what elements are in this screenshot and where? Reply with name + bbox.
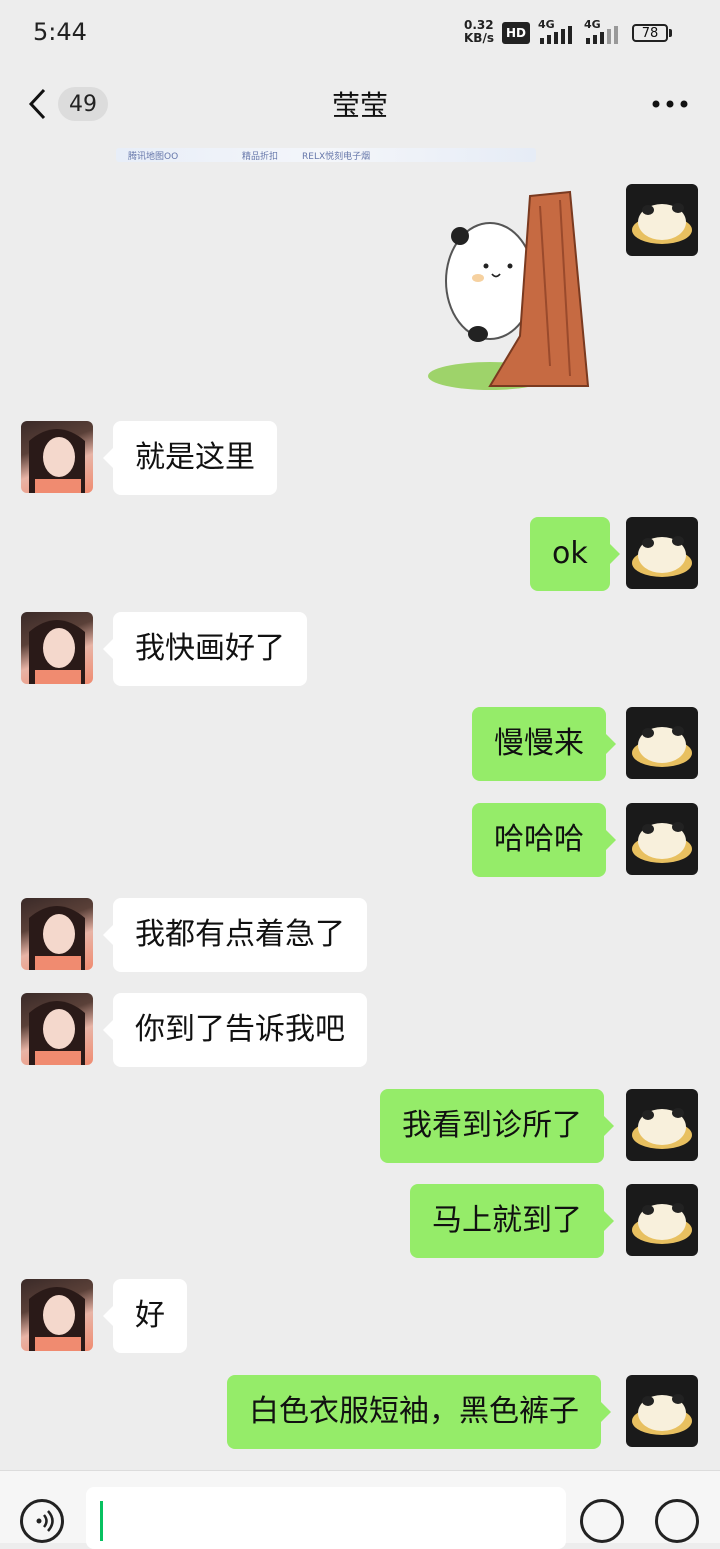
network-speed: 0.32 KB/s xyxy=(464,19,494,45)
avatar-contact[interactable] xyxy=(21,993,93,1065)
map-strip-item: RELX悦刻电子烟 xyxy=(302,152,371,162)
bread-panda-avatar-icon xyxy=(632,536,692,577)
text-cursor xyxy=(100,1501,103,1541)
girl-portrait-avatar-icon xyxy=(29,906,85,970)
girl-portrait-avatar-icon xyxy=(29,429,85,493)
girl-portrait-avatar-icon xyxy=(29,620,85,684)
bread-panda-avatar-icon xyxy=(632,1108,692,1149)
chat-header: 49 莹莹 xyxy=(0,66,720,142)
avatar-me[interactable] xyxy=(626,517,698,589)
plus-icon[interactable] xyxy=(655,1499,699,1543)
message-bubble-outgoing[interactable]: 哈哈哈 xyxy=(472,803,616,877)
bread-panda-avatar-icon xyxy=(632,726,692,767)
message-input[interactable] xyxy=(86,1487,566,1549)
message-bubble-outgoing[interactable]: 慢慢来 xyxy=(472,707,616,781)
message-bubble-outgoing[interactable]: 我看到诊所了 xyxy=(380,1089,614,1163)
avatar-contact[interactable] xyxy=(21,421,93,493)
bread-panda-avatar-icon xyxy=(632,1203,692,1244)
signal-bars-icon xyxy=(586,26,618,44)
panda-peeking-behind-tree-sticker[interactable] xyxy=(420,186,600,394)
bread-panda-avatar-icon xyxy=(632,1394,692,1435)
message-bubble-outgoing[interactable]: 白色衣服短袖，黑色裤子 xyxy=(227,1375,611,1449)
map-strip-item: 精品折扣 xyxy=(242,152,279,162)
avatar-contact[interactable] xyxy=(21,898,93,970)
avatar-me[interactable] xyxy=(626,184,698,256)
message-bubble-incoming[interactable]: 我快画好了 xyxy=(103,612,307,686)
bread-panda-avatar-icon xyxy=(632,203,692,244)
avatar-contact[interactable] xyxy=(21,612,93,684)
more-dots-icon[interactable] xyxy=(650,94,690,114)
avatar-me[interactable] xyxy=(626,1184,698,1256)
girl-portrait-avatar-icon xyxy=(29,1001,85,1065)
avatar-contact[interactable] xyxy=(21,1279,93,1351)
shared-map-strip[interactable]: 腾讯地图OO 精品折扣 RELX悦刻电子烟 xyxy=(116,148,536,162)
bread-panda-avatar-icon xyxy=(632,822,692,863)
avatar-me[interactable] xyxy=(626,707,698,779)
status-time: 5:44 xyxy=(33,18,87,46)
battery-indicator: 78 xyxy=(632,24,668,42)
voice-icon[interactable] xyxy=(20,1499,64,1543)
signal-bars-icon xyxy=(540,26,572,44)
map-strip-item: 腾讯地图OO xyxy=(128,152,179,162)
voice-wave-icon xyxy=(36,1510,54,1532)
girl-portrait-avatar-icon xyxy=(29,1287,85,1351)
message-bubble-incoming[interactable]: 你到了告诉我吧 xyxy=(103,993,367,1067)
emoji-icon[interactable] xyxy=(580,1499,624,1543)
chat-title: 莹莹 xyxy=(331,89,388,122)
avatar-me[interactable] xyxy=(626,1089,698,1161)
input-bar xyxy=(0,1470,720,1549)
message-bubble-outgoing[interactable]: 马上就到了 xyxy=(410,1184,614,1258)
message-bubble-incoming[interactable]: 就是这里 xyxy=(103,421,277,495)
hd-badge: HD xyxy=(502,22,530,44)
message-bubble-outgoing[interactable]: ok xyxy=(530,517,620,591)
avatar-me[interactable] xyxy=(626,1375,698,1447)
battery-tip xyxy=(669,29,672,37)
message-bubble-incoming[interactable]: 我都有点着急了 xyxy=(103,898,367,972)
status-bar: 5:44 0.32 KB/s HD 4G 4G 78 xyxy=(0,0,720,66)
message-bubble-incoming[interactable]: 好 xyxy=(103,1279,187,1353)
avatar-me[interactable] xyxy=(626,803,698,875)
network-speed-unit: KB/s xyxy=(464,31,494,45)
